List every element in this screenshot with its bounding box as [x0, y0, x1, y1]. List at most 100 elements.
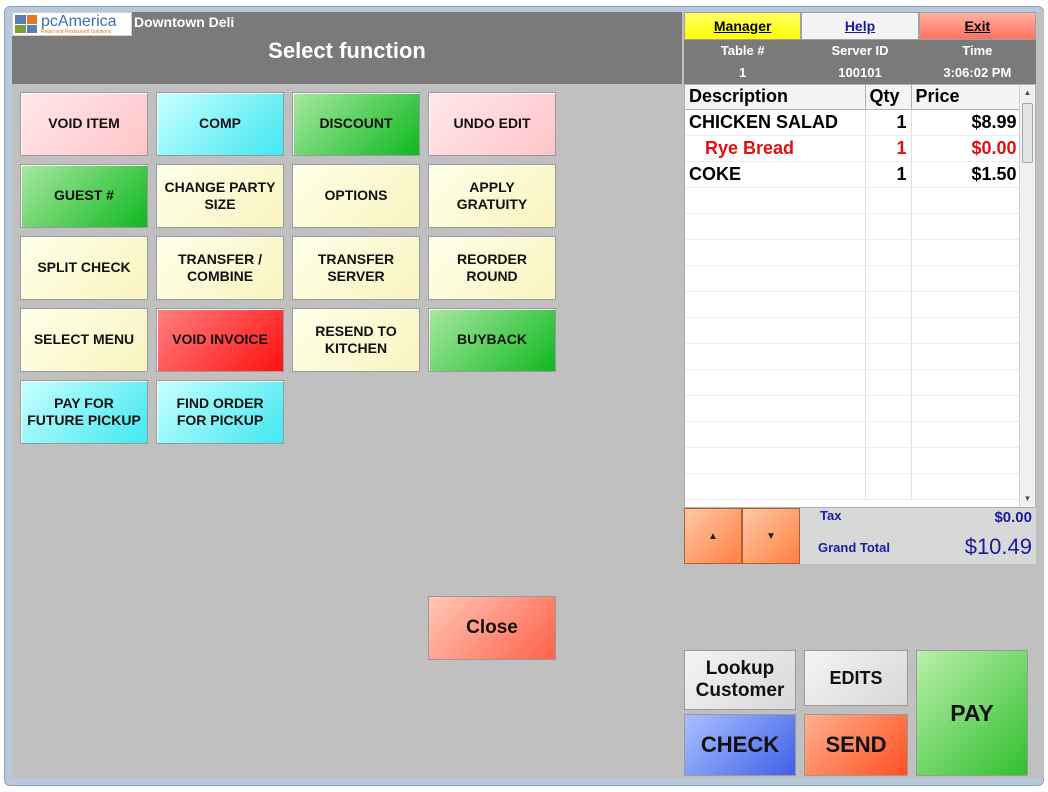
- order-empty-cell: [911, 473, 1022, 500]
- order-modifier-row[interactable]: Rye Bread 1 $0.00: [685, 135, 1022, 162]
- order-empty-cell: [865, 213, 912, 240]
- order-empty-cell: [685, 395, 866, 422]
- order-empty-cell: [685, 447, 866, 474]
- order-empty-cell: [911, 369, 1022, 396]
- order-empty-cell: [685, 213, 866, 240]
- order-empty-cell: [865, 239, 912, 266]
- order-empty-row: [685, 265, 1022, 292]
- order-empty-row: [685, 447, 1022, 474]
- time-value: 3:06:02 PM: [943, 65, 1012, 80]
- manager-button[interactable]: Manager: [684, 12, 802, 40]
- order-empty-cell: [685, 187, 866, 214]
- order-cell-price: $1.50: [911, 161, 1022, 188]
- function-button-reorder-round[interactable]: REORDER ROUND: [428, 236, 556, 300]
- function-button-guest[interactable]: GUEST #: [20, 164, 148, 228]
- order-empty-cell: [865, 395, 912, 422]
- function-button-discount[interactable]: DISCOUNT: [292, 92, 420, 156]
- pos-client-area: pcAmerica Retail and Restaurant Solution…: [12, 12, 1044, 778]
- send-button[interactable]: SEND: [804, 714, 908, 776]
- tax-label: Tax: [820, 508, 842, 523]
- order-empty-row: [685, 395, 1022, 422]
- order-empty-row: [685, 369, 1022, 396]
- order-empty-cell: [685, 265, 866, 292]
- function-button-split-check[interactable]: SPLIT CHECK: [20, 236, 148, 300]
- order-empty-cell: [685, 473, 866, 500]
- function-button-resend-to-kitchen[interactable]: RESEND TO KITCHEN: [292, 308, 420, 372]
- totals-panel: Tax $0.00 Grand Total $10.49: [800, 508, 1036, 564]
- grand-total-value: $10.49: [964, 534, 1032, 559]
- order-cell-desc: COKE: [685, 161, 866, 188]
- pay-button[interactable]: PAY: [916, 650, 1028, 776]
- order-empty-cell: [685, 369, 866, 396]
- order-empty-cell: [865, 473, 912, 500]
- order-empty-cell: [911, 421, 1022, 448]
- order-table: Description Qty Price CHICKEN SALAD 1 $8.9…: [685, 85, 1022, 500]
- store-name: Downtown Deli: [134, 14, 235, 30]
- help-button[interactable]: Help: [801, 12, 919, 40]
- function-button-comp[interactable]: COMP: [156, 92, 284, 156]
- function-button-transfer-server[interactable]: TRANSFER SERVER: [292, 236, 420, 300]
- function-button-apply-gratuity[interactable]: APPLY GRATUITY: [428, 164, 556, 228]
- scroll-thumb[interactable]: [1022, 103, 1033, 163]
- order-empty-cell: [911, 317, 1022, 344]
- order-empty-cell: [911, 239, 1022, 266]
- close-button[interactable]: Close: [428, 596, 556, 660]
- lookup-customer-button[interactable]: Lookup Customer: [684, 650, 796, 710]
- order-empty-cell: [685, 343, 866, 370]
- scroll-down-icon[interactable]: ▼: [1020, 491, 1035, 507]
- scroll-up-button[interactable]: ▲: [684, 508, 742, 564]
- logo-tagline: Retail and Restaurant Solutions: [41, 28, 112, 35]
- function-button-buyback[interactable]: BUYBACK: [428, 308, 556, 372]
- order-cell-qty: 1: [865, 161, 912, 188]
- function-button-undo-edit[interactable]: UNDO EDIT: [428, 92, 556, 156]
- pcamerica-logo: pcAmerica Retail and Restaurant Solution…: [12, 12, 132, 36]
- order-empty-cell: [865, 291, 912, 318]
- order-panel: Description Qty Price CHICKEN SALAD 1 $8.9…: [684, 84, 1036, 508]
- function-button-pay-for-future-pickup[interactable]: PAY FOR FUTURE PICKUP: [20, 380, 148, 444]
- order-empty-cell: [911, 291, 1022, 318]
- column-header-price[interactable]: Price: [911, 85, 1022, 110]
- order-empty-row: [685, 473, 1022, 500]
- scroll-down-button[interactable]: ▼: [742, 508, 800, 564]
- order-empty-row: [685, 213, 1022, 240]
- triangle-up-icon: ▲: [708, 530, 718, 542]
- function-button-void-invoice[interactable]: VOID INVOICE: [156, 308, 284, 372]
- tax-value: $0.00: [994, 509, 1032, 526]
- order-empty-cell: [865, 369, 912, 396]
- function-button-options[interactable]: OPTIONS: [292, 164, 420, 228]
- order-empty-cell: [865, 343, 912, 370]
- order-empty-cell: [865, 421, 912, 448]
- order-empty-cell: [865, 447, 912, 474]
- exit-button[interactable]: Exit: [918, 12, 1036, 40]
- function-button-find-order-for-pickup[interactable]: FIND ORDER FOR PICKUP: [156, 380, 284, 444]
- grand-total-label: Grand Total: [818, 540, 890, 555]
- triangle-down-icon: ▼: [766, 530, 776, 542]
- table-label: Table #: [720, 43, 765, 58]
- column-header-qty[interactable]: Qty: [865, 85, 912, 110]
- header-left: pcAmerica Retail and Restaurant Solution…: [12, 12, 682, 84]
- order-empty-cell: [865, 265, 912, 292]
- function-button-transfer-combine[interactable]: TRANSFER / COMBINE: [156, 236, 284, 300]
- column-header-description[interactable]: Description: [685, 85, 866, 110]
- time-label: Time: [962, 43, 993, 58]
- table-value: 1: [739, 65, 747, 80]
- order-item-row[interactable]: COKE 1 $1.50: [685, 161, 1022, 188]
- logo-name: pcAmerica: [41, 12, 117, 30]
- order-cell-price: $0.00: [911, 135, 1022, 162]
- order-scrollbar[interactable]: ▲ ▼: [1019, 85, 1035, 507]
- order-empty-cell: [911, 213, 1022, 240]
- order-cell-price: $8.99: [911, 109, 1022, 136]
- edits-button[interactable]: EDITS: [804, 650, 908, 706]
- check-button[interactable]: CHECK: [684, 714, 796, 776]
- order-cell-qty: 1: [865, 109, 912, 136]
- function-button-void-item[interactable]: VOID ITEM: [20, 92, 148, 156]
- order-item-row[interactable]: CHICKEN SALAD 1 $8.99: [685, 109, 1022, 136]
- logo-icon: [15, 15, 37, 33]
- order-empty-row: [685, 239, 1022, 266]
- function-button-select-menu[interactable]: SELECT MENU: [20, 308, 148, 372]
- scroll-up-icon[interactable]: ▲: [1020, 85, 1035, 101]
- order-empty-row: [685, 421, 1022, 448]
- function-button-change-party-size[interactable]: CHANGE PARTY SIZE: [156, 164, 284, 228]
- order-empty-cell: [685, 239, 866, 266]
- order-empty-cell: [911, 187, 1022, 214]
